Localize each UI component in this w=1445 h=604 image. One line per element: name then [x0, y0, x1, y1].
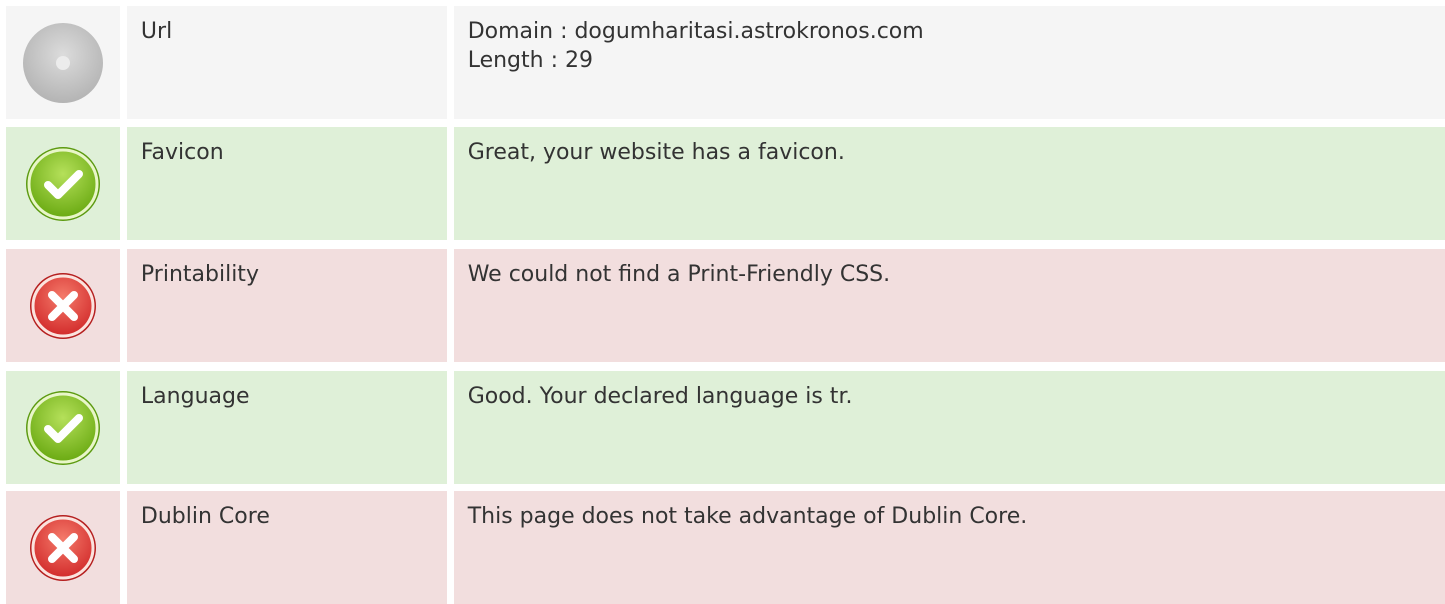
check-name: Printability [126, 249, 447, 362]
status-cell [6, 491, 120, 604]
cross-circle-icon [28, 271, 98, 341]
seo-check-table: Url Domain : dogumharitasi.astrokronos.c… [0, 0, 1445, 604]
table-row-url: Url Domain : dogumharitasi.astrokronos.c… [0, 6, 1445, 119]
check-name: Favicon [126, 127, 447, 240]
check-name: Dublin Core [126, 491, 447, 604]
check-description: Good. Your declared language is tr. [453, 371, 1445, 484]
cross-circle-icon [28, 513, 98, 583]
check-circle-icon [24, 389, 102, 467]
check-circle-icon [24, 145, 102, 223]
description-line: This page does not take advantage of Dub… [467, 504, 1028, 529]
check-name: Url [126, 6, 447, 119]
description-line: Length : 29 [467, 48, 593, 73]
table-row-favicon: Favicon Great, your website has a favico… [0, 127, 1445, 240]
description-line: We could not find a Print-Friendly CSS. [467, 262, 891, 287]
check-description: This page does not take advantage of Dub… [453, 491, 1445, 604]
check-description: We could not find a Print-Friendly CSS. [453, 249, 1445, 362]
info-circle-icon [22, 22, 104, 104]
status-cell [6, 127, 120, 240]
status-cell [6, 371, 120, 484]
description-line: Domain : dogumharitasi.astrokronos.com [467, 19, 924, 44]
check-description: Great, your website has a favicon. [453, 127, 1445, 240]
description-line: Great, your website has a favicon. [467, 140, 845, 165]
status-cell [6, 249, 120, 362]
table-row-printability: Printability We could not find a Print-F… [0, 249, 1445, 362]
description-line: Good. Your declared language is tr. [467, 384, 853, 409]
check-description: Domain : dogumharitasi.astrokronos.com L… [453, 6, 1445, 119]
check-name: Language [126, 371, 447, 484]
table-row-dublin-core: Dublin Core This page does not take adva… [0, 491, 1445, 604]
status-cell [6, 6, 120, 119]
table-row-language: Language Good. Your declared language is… [0, 371, 1445, 484]
